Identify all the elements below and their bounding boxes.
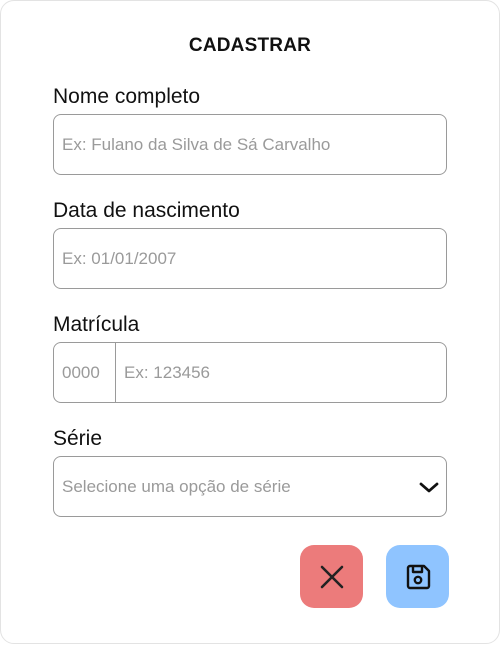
name-input[interactable] <box>54 115 446 174</box>
birthdate-input[interactable] <box>54 229 446 288</box>
chevron-down-icon <box>419 482 439 493</box>
grade-select[interactable]: Selecione uma opção de série <box>53 456 447 517</box>
form-title: CADASTRAR <box>188 35 312 56</box>
name-label: Nome completo <box>53 85 201 108</box>
cancel-button[interactable] <box>300 545 363 608</box>
grade-label: Série <box>53 427 103 450</box>
birthdate-label: Data de nascimento <box>53 199 240 222</box>
close-icon <box>320 565 343 588</box>
birthdate-field-wrapper <box>53 228 447 289</box>
registration-field-wrapper: 0000 <box>53 342 447 403</box>
registration-input[interactable] <box>116 343 446 402</box>
save-button[interactable] <box>386 545 449 608</box>
registration-label: Matrícula <box>53 313 140 336</box>
register-card: CADASTRAR Nome completo Data de nascimen… <box>0 0 500 644</box>
name-field-wrapper <box>53 114 447 175</box>
registration-prefix: 0000 <box>54 343 116 402</box>
grade-select-placeholder: Selecione uma opção de série <box>62 476 291 496</box>
save-icon <box>406 564 430 589</box>
